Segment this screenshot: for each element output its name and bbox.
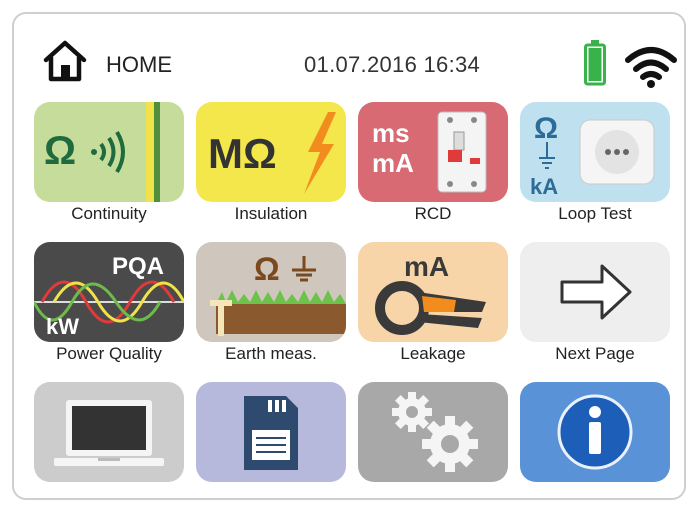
wifi-icon <box>625 47 677 88</box>
earth-measurement-button[interactable]: Ω <box>196 242 346 342</box>
continuity-icon: Ω <box>44 102 160 202</box>
insulation-icon: MΩ <box>208 112 336 194</box>
gears-icon <box>392 392 478 472</box>
earth-measurement-label: Earth meas. <box>225 344 317 363</box>
loop-test-icon: Ω kA <box>530 112 655 199</box>
pc-connection-button[interactable] <box>34 382 184 482</box>
continuity-label: Continuity <box>71 204 147 223</box>
loop-test-button[interactable]: Ω kA <box>520 102 670 202</box>
settings-button[interactable] <box>358 382 508 482</box>
pq-kw: kW <box>46 314 79 339</box>
info-button[interactable] <box>520 382 670 482</box>
next-page-button[interactable] <box>520 242 670 342</box>
battery-icon <box>584 40 606 86</box>
date-time-display: 01.07.2016 16:34 <box>304 52 481 77</box>
main-screen: HOME 01.07.2016 16:34 Ω Continuity MΩ In… <box>12 12 686 500</box>
continuity-omega: Ω <box>44 129 76 173</box>
leakage-ma: mA <box>404 251 449 282</box>
earth-omega: Ω <box>254 251 280 287</box>
rcd-button[interactable]: ms mA <box>358 102 508 202</box>
pq-title: PQA <box>112 253 164 280</box>
rcd-ma: mA <box>372 148 414 178</box>
loop-test-label: Loop Test <box>558 204 632 223</box>
leakage-clamp-icon: mA <box>375 251 486 335</box>
info-icon <box>557 394 633 470</box>
home-icon[interactable] <box>42 38 88 84</box>
earth-icon: Ω <box>210 251 346 336</box>
insulation-button[interactable]: MΩ <box>196 102 346 202</box>
power-quality-button[interactable]: PQA kW <box>34 242 184 342</box>
loop-ka: kA <box>530 174 558 199</box>
rcd-icon: ms mA <box>372 111 487 193</box>
insulation-label: Insulation <box>234 204 308 223</box>
rcd-ms: ms <box>372 118 410 148</box>
leakage-button[interactable]: mA <box>358 242 508 342</box>
insulation-megohm: MΩ <box>208 130 277 177</box>
laptop-icon <box>54 400 164 466</box>
header-bar: HOME 01.07.2016 16:34 <box>14 14 684 96</box>
loop-omega: Ω <box>534 112 558 145</box>
memory-button[interactable] <box>196 382 346 482</box>
rcd-label: RCD <box>414 204 452 223</box>
arrow-right-icon <box>560 264 632 320</box>
home-label: HOME <box>106 52 172 77</box>
continuity-button[interactable]: Ω <box>34 102 184 202</box>
leakage-label: Leakage <box>400 344 466 363</box>
sd-card-icon <box>244 396 298 470</box>
power-quality-label: Power Quality <box>56 344 162 363</box>
next-page-label: Next Page <box>555 344 635 363</box>
power-quality-icon: PQA kW <box>34 253 184 339</box>
